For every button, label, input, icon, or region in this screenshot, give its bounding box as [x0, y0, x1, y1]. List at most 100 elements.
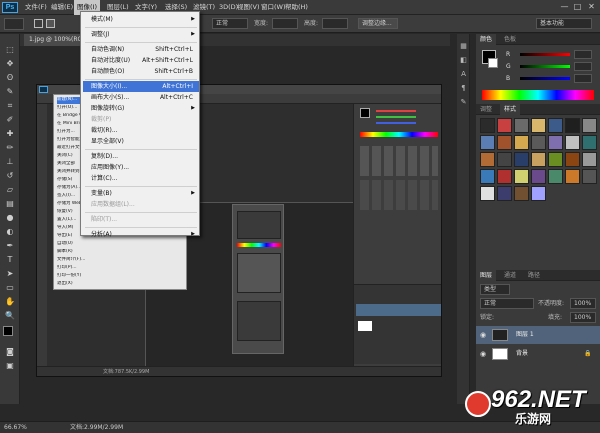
layer-row[interactable]: ◉ 背景 🔒: [476, 345, 600, 363]
blue-value-input[interactable]: [574, 74, 592, 83]
tab-paths[interactable]: 路径: [524, 270, 544, 281]
style-swatch[interactable]: [514, 118, 529, 133]
style-swatch[interactable]: [514, 135, 529, 150]
red-value-input[interactable]: [574, 50, 592, 59]
green-slider[interactable]: G: [506, 62, 594, 71]
image-menu-item[interactable]: 调整(J) ▶: [83, 29, 199, 40]
style-swatch[interactable]: [497, 118, 512, 133]
layer-filter-select[interactable]: 类型: [480, 284, 510, 295]
add-selection-icon[interactable]: [46, 19, 55, 28]
image-menu-item[interactable]: 自动颜色(O) Shift+Ctrl+B: [83, 66, 199, 77]
style-swatch[interactable]: [514, 186, 529, 201]
gradient-tool-icon[interactable]: ▤: [4, 198, 16, 209]
style-swatch[interactable]: [531, 135, 546, 150]
history-brush-tool-icon[interactable]: ↺: [4, 170, 16, 181]
style-swatch[interactable]: [582, 118, 597, 133]
path-selection-tool-icon[interactable]: ➤: [4, 268, 16, 279]
workspace-select[interactable]: 基本功能: [536, 18, 592, 29]
style-swatch[interactable]: [480, 118, 495, 133]
style-swatch[interactable]: [514, 169, 529, 184]
marquee-tool-icon[interactable]: ⬚: [4, 44, 16, 55]
image-menu-item[interactable]: 模式(M) ▶: [83, 14, 199, 25]
image-menu-item[interactable]: 图像大小(I)... Alt+Ctrl+I: [83, 81, 199, 92]
style-swatch[interactable]: [548, 118, 563, 133]
healing-brush-tool-icon[interactable]: ✚: [4, 128, 16, 139]
image-menu-item[interactable]: 分析(A) ▶: [83, 229, 199, 240]
dodge-tool-icon[interactable]: ◐: [4, 226, 16, 237]
menu-item[interactable]: 编辑(E): [48, 0, 76, 15]
green-value-input[interactable]: [574, 62, 592, 71]
style-swatch[interactable]: [548, 169, 563, 184]
style-swatch[interactable]: [548, 152, 563, 167]
style-swatch[interactable]: [497, 152, 512, 167]
opacity-input[interactable]: 100%: [570, 298, 596, 309]
image-menu-item[interactable]: 应用图像(Y)...: [83, 162, 199, 173]
menu-item[interactable]: 帮助(H): [282, 0, 311, 15]
style-swatch[interactable]: [497, 169, 512, 184]
tab-channels[interactable]: 通道: [500, 270, 520, 281]
width-input[interactable]: [272, 18, 298, 29]
pen-tool-icon[interactable]: ✒: [4, 240, 16, 251]
zoom-tool-icon[interactable]: 🔍: [4, 310, 16, 321]
style-swatch[interactable]: [582, 169, 597, 184]
style-swatch[interactable]: [480, 152, 495, 167]
image-menu-item[interactable]: 画布大小(S)... Alt+Ctrl+C: [83, 92, 199, 103]
style-swatch[interactable]: [497, 135, 512, 150]
quick-select-tool-icon[interactable]: ✎: [4, 86, 16, 97]
image-menu-item[interactable]: 变量(B) ▶: [83, 188, 199, 199]
image-menu-item[interactable]: 显示全部(V): [83, 136, 199, 147]
zoom-level[interactable]: 66.67%: [4, 422, 27, 433]
minimize-button[interactable]: —: [558, 1, 571, 13]
tab-swatches[interactable]: 色板: [500, 34, 520, 45]
tab-adjustments[interactable]: 调整: [476, 104, 496, 115]
blur-tool-icon[interactable]: ●: [4, 212, 16, 223]
foreground-color-swatch[interactable]: [3, 326, 13, 336]
style-swatch[interactable]: [565, 118, 580, 133]
paragraph-panel-icon[interactable]: ¶: [459, 84, 468, 93]
new-selection-icon[interactable]: [34, 19, 43, 28]
image-menu-item[interactable]: 计算(C)...: [83, 173, 199, 184]
maximize-button[interactable]: □: [571, 1, 584, 13]
image-menu-item[interactable]: 自动色调(N) Shift+Ctrl+L: [83, 44, 199, 55]
eraser-tool-icon[interactable]: ▱: [4, 184, 16, 195]
red-slider[interactable]: R: [506, 50, 594, 59]
style-select[interactable]: 正常: [212, 18, 248, 29]
style-swatch[interactable]: [565, 152, 580, 167]
style-swatch[interactable]: [480, 169, 495, 184]
image-menu-item[interactable]: 图像旋转(G) ▶: [83, 103, 199, 114]
eyedropper-tool-icon[interactable]: ✐: [4, 114, 16, 125]
tab-styles[interactable]: 样式: [500, 104, 521, 115]
style-swatch[interactable]: [531, 186, 546, 201]
layer-row[interactable]: ◉ 图层 1: [476, 326, 600, 344]
style-swatch[interactable]: [531, 152, 546, 167]
style-swatch[interactable]: [497, 186, 512, 201]
style-swatch[interactable]: [582, 152, 597, 167]
shape-tool-icon[interactable]: ▭: [4, 282, 16, 293]
style-swatch[interactable]: [531, 169, 546, 184]
height-input[interactable]: [322, 18, 348, 29]
refine-edge-button[interactable]: 调整边缘...: [358, 18, 398, 29]
style-swatch[interactable]: [565, 135, 580, 150]
style-swatch[interactable]: [480, 186, 495, 201]
properties-panel-icon[interactable]: ◧: [459, 56, 468, 65]
tab-layers[interactable]: 图层: [476, 270, 497, 281]
image-menu-item[interactable]: 复制(D)...: [83, 151, 199, 162]
style-swatch[interactable]: [480, 135, 495, 150]
fill-input[interactable]: 100%: [570, 312, 596, 323]
color-panel-bg-swatch[interactable]: [488, 58, 498, 68]
color-spectrum-bar[interactable]: [482, 90, 594, 100]
clone-stamp-tool-icon[interactable]: ⊥: [4, 156, 16, 167]
style-swatch[interactable]: [531, 118, 546, 133]
lasso-tool-icon[interactable]: ʘ: [4, 72, 16, 83]
screen-mode-icon[interactable]: ▣: [4, 360, 16, 371]
style-swatch[interactable]: [514, 152, 529, 167]
history-panel-icon[interactable]: ▦: [459, 42, 468, 51]
blend-mode-select[interactable]: 正常: [480, 298, 534, 309]
style-swatch[interactable]: [548, 135, 563, 150]
brush-tool-icon[interactable]: ✏: [4, 142, 16, 153]
hand-tool-icon[interactable]: ✋: [4, 296, 16, 307]
move-tool-icon[interactable]: ✥: [4, 58, 16, 69]
quick-mask-icon[interactable]: ◙: [4, 346, 16, 357]
blue-slider[interactable]: B: [506, 74, 594, 83]
style-swatch[interactable]: [565, 169, 580, 184]
